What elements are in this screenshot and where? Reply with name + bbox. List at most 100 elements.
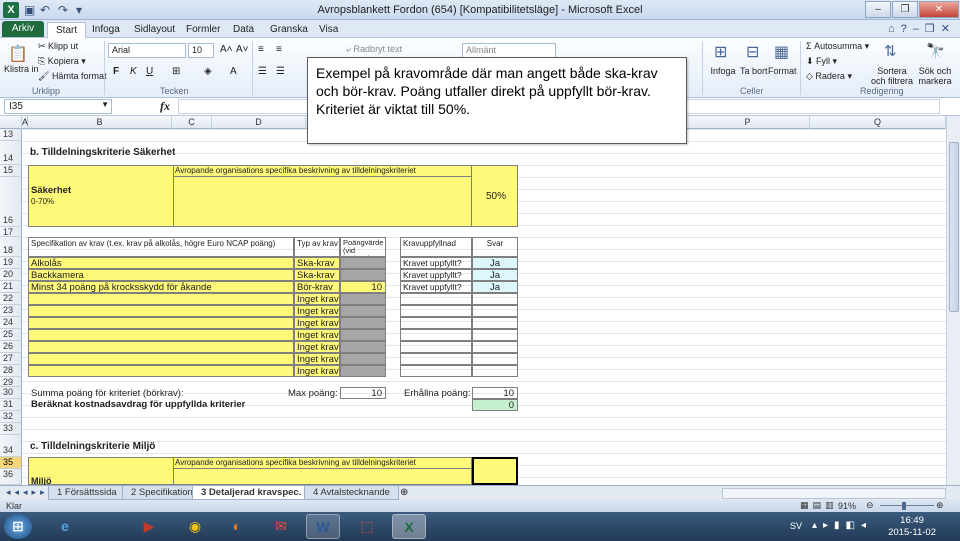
- internet-explorer-icon[interactable]: e: [48, 514, 82, 539]
- align-top-icon[interactable]: ≡: [258, 44, 264, 55]
- insert-cells-button[interactable]: Infoga: [708, 66, 738, 76]
- clear-button[interactable]: ◇ Radera ▾: [806, 71, 852, 82]
- row-header[interactable]: 19: [0, 257, 22, 269]
- paste-button[interactable]: Klistra in: [4, 64, 39, 74]
- autosum-button[interactable]: Σ Autosumma ▾: [806, 41, 869, 52]
- column-header-b[interactable]: B: [28, 116, 172, 129]
- function-icon[interactable]: fx: [160, 99, 170, 114]
- zoom-out-icon[interactable]: ⊖: [866, 500, 874, 511]
- chevron-down-icon[interactable]: ▼: [101, 100, 109, 109]
- fill-button[interactable]: ⬇ Fyll ▾: [806, 56, 837, 67]
- find-select-button[interactable]: Sök och markera: [914, 66, 956, 86]
- req-answer-cell[interactable]: [472, 317, 518, 329]
- req-points-cell[interactable]: [340, 329, 386, 341]
- zoom-level[interactable]: 91%: [838, 501, 856, 511]
- font-name-combo[interactable]: Arial: [108, 43, 186, 58]
- row-header[interactable]: 20: [0, 269, 22, 281]
- row-header[interactable]: 14: [0, 141, 22, 165]
- row-header[interactable]: 26: [0, 341, 22, 353]
- help-icons[interactable]: ⌂?–❐✕: [888, 22, 956, 35]
- firefox-icon[interactable]: ◐: [220, 514, 254, 539]
- sheet-tab-3[interactable]: 3 Detaljerad kravspec.: [192, 486, 311, 500]
- row-header[interactable]: 30: [0, 387, 22, 399]
- align-center-icon[interactable]: ☰: [276, 66, 285, 77]
- horizontal-scrollbar[interactable]: [722, 488, 946, 499]
- req-spec-cell[interactable]: [28, 329, 294, 341]
- language-indicator[interactable]: SV: [790, 521, 802, 531]
- name-box[interactable]: I35 ▼: [4, 99, 112, 114]
- req-type-cell[interactable]: Inget krav: [294, 365, 340, 377]
- row-header[interactable]: 33: [0, 423, 22, 435]
- vertical-scrollbar[interactable]: [946, 116, 960, 485]
- close-button[interactable]: ✕: [919, 1, 959, 18]
- cut-button[interactable]: ✂ Klipp ut: [38, 41, 78, 52]
- row-header[interactable]: 13: [0, 129, 22, 141]
- column-header-c[interactable]: C: [172, 116, 212, 129]
- column-header-d[interactable]: D: [212, 116, 306, 129]
- shrink-font-button[interactable]: A˅: [236, 44, 249, 55]
- row-header[interactable]: 15: [0, 165, 22, 177]
- font-size-combo[interactable]: 10: [188, 43, 214, 58]
- got-value[interactable]: 10: [472, 387, 518, 399]
- req-spec-cell[interactable]: Backkamera: [28, 269, 294, 281]
- row-header[interactable]: 16: [0, 177, 22, 227]
- req-answer-cell[interactable]: [472, 293, 518, 305]
- max-value[interactable]: 10: [340, 387, 386, 399]
- row-header[interactable]: 27: [0, 353, 22, 365]
- req-type-cell[interactable]: Inget krav: [294, 305, 340, 317]
- req-points-cell[interactable]: [340, 257, 386, 269]
- req-spec-cell[interactable]: Minst 34 poäng på krocksskydd för åkande: [28, 281, 294, 293]
- align-middle-icon[interactable]: ≡: [276, 44, 282, 55]
- fill-color-icon[interactable]: ◈: [204, 66, 212, 77]
- copy-button[interactable]: ⎘ Kopiera ▾: [38, 56, 86, 67]
- tab-arkiv[interactable]: Arkiv: [2, 21, 44, 37]
- media-player-icon[interactable]: ▶: [132, 514, 166, 539]
- req-answer-cell[interactable]: Ja: [472, 281, 518, 293]
- underline-button[interactable]: U: [146, 66, 153, 77]
- row-header[interactable]: 25: [0, 329, 22, 341]
- req-answer-cell[interactable]: [472, 365, 518, 377]
- mail-icon[interactable]: ✉: [264, 514, 298, 539]
- zoom-slider-thumb[interactable]: [902, 502, 906, 510]
- sheet-tab-4[interactable]: 4 Avtalstecknande: [304, 486, 399, 500]
- sheet-tab-2[interactable]: 2 Specifikation: [122, 486, 202, 500]
- sheet-tab-1[interactable]: 1 Försättssida: [48, 486, 126, 500]
- row-header[interactable]: 24: [0, 317, 22, 329]
- number-format-combo[interactable]: Allmänt: [462, 43, 556, 58]
- row-header[interactable]: 21: [0, 281, 22, 293]
- row-header[interactable]: 28: [0, 365, 22, 377]
- req-type-cell[interactable]: Inget krav: [294, 293, 340, 305]
- req-answer-cell[interactable]: [472, 353, 518, 365]
- req-type-cell[interactable]: Inget krav: [294, 329, 340, 341]
- selected-cell-i35[interactable]: [472, 457, 518, 485]
- column-header-p[interactable]: P: [686, 116, 810, 129]
- restore-button[interactable]: ❐: [892, 1, 918, 18]
- req-points-cell[interactable]: [340, 317, 386, 329]
- align-left-icon[interactable]: ☰: [258, 66, 267, 77]
- chrome-icon[interactable]: ◉: [178, 514, 212, 539]
- font-color-icon[interactable]: A: [230, 66, 237, 77]
- row-header-selected[interactable]: 35: [0, 457, 22, 469]
- row-header[interactable]: 17: [0, 227, 22, 237]
- select-all-corner[interactable]: [0, 116, 22, 129]
- acrobat-icon[interactable]: ⬚: [350, 514, 384, 539]
- req-type-cell[interactable]: Inget krav: [294, 341, 340, 353]
- format-cells-button[interactable]: Format: [768, 66, 797, 76]
- req-points-cell[interactable]: [340, 305, 386, 317]
- zoom-in-icon[interactable]: ⊕: [936, 500, 944, 511]
- excel-taskbar-icon[interactable]: X: [392, 514, 426, 539]
- italic-button[interactable]: K: [130, 66, 137, 77]
- req-spec-cell[interactable]: [28, 317, 294, 329]
- sort-filter-button[interactable]: Sortera och filtrera: [870, 66, 914, 86]
- row-header[interactable]: 29: [0, 377, 22, 387]
- tab-formler[interactable]: Formler: [178, 22, 228, 38]
- view-mode-icons[interactable]: ▦▤▥: [800, 500, 838, 511]
- row-header[interactable]: 18: [0, 237, 22, 257]
- row-header[interactable]: 36: [0, 469, 22, 485]
- row-header[interactable]: 31: [0, 399, 22, 411]
- grow-font-button[interactable]: A˄: [220, 44, 233, 55]
- req-spec-cell[interactable]: [28, 353, 294, 365]
- tab-visa[interactable]: Visa: [311, 22, 346, 38]
- row-header[interactable]: 34: [0, 435, 22, 457]
- zoom-slider[interactable]: [880, 505, 934, 506]
